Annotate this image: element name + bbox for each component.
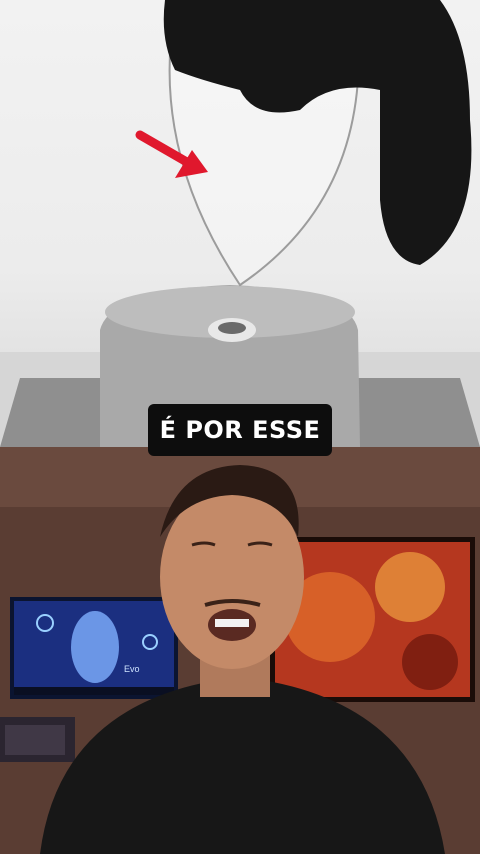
astronaut-icon	[71, 611, 119, 683]
bottom-video-panel: Evo	[0, 447, 480, 854]
presenter-scene: Evo	[0, 447, 480, 854]
top-video-panel	[0, 0, 480, 447]
caption-text: É POR ESSE	[159, 416, 321, 444]
monitor-label: Evo	[124, 664, 140, 674]
caption-box: É POR ESSE	[148, 404, 332, 456]
left-monitor: Evo	[10, 597, 178, 699]
experiment-scene	[0, 0, 480, 447]
